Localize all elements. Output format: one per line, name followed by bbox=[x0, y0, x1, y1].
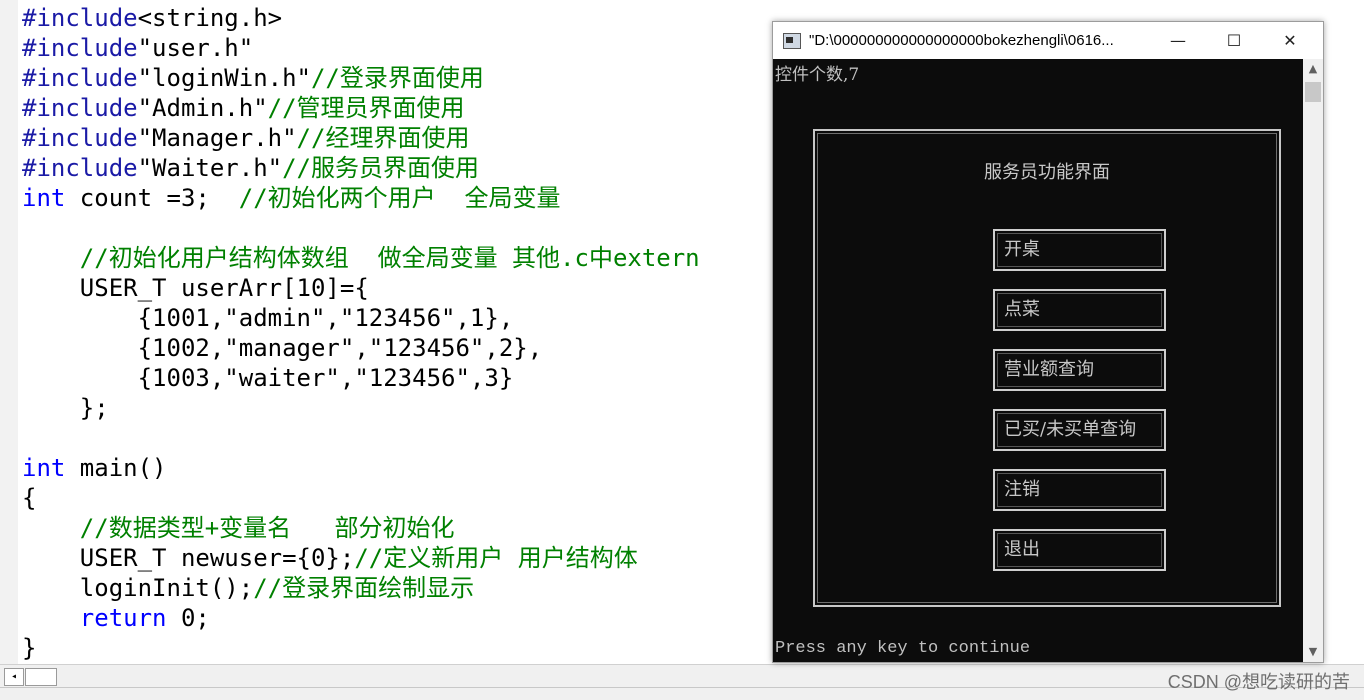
console-screen: 控件个数,7 服务员功能界面 开桌 点菜 营业额查询 已买/未买单查询 注销 退… bbox=[773, 59, 1303, 662]
code-line: USER_T userArr[10]={ bbox=[22, 273, 700, 303]
code-token: int bbox=[22, 184, 66, 212]
code-line: return 0; bbox=[22, 603, 700, 633]
waiter-panel: 服务员功能界面 开桌 点菜 营业额查询 已买/未买单查询 注销 退出 bbox=[813, 129, 1281, 607]
code-token: "loginWin.h" bbox=[137, 64, 311, 92]
code-line: loginInit();//登录界面绘制显示 bbox=[22, 573, 700, 603]
paid-unpaid-query-button[interactable]: 已买/未买单查询 bbox=[993, 409, 1166, 451]
code-line: int main() bbox=[22, 453, 700, 483]
code-token: #include bbox=[22, 34, 138, 62]
code-line: USER_T newuser={0};//定义新用户 用户结构体 bbox=[22, 543, 700, 573]
revenue-query-button[interactable]: 营业额查询 bbox=[993, 349, 1166, 391]
press-any-key-text: Press any key to continue bbox=[775, 639, 1031, 658]
scrollbar-thumb[interactable] bbox=[1305, 82, 1321, 102]
control-count-text: 控件个数,7 bbox=[775, 65, 860, 85]
code-token: //登录界面使用 bbox=[310, 64, 484, 92]
code-line: }; bbox=[22, 393, 700, 423]
code-token: } bbox=[22, 634, 37, 662]
code-token: int bbox=[22, 454, 66, 482]
scroll-left-arrow-icon[interactable]: ◂ bbox=[4, 668, 24, 686]
code-token: #include bbox=[22, 154, 138, 182]
code-token: {1003,"waiter","123456",3} bbox=[22, 364, 514, 392]
code-token: "Waiter.h" bbox=[137, 154, 283, 182]
button-label: 注销 bbox=[1004, 479, 1040, 500]
code-token: //登录界面绘制显示 bbox=[253, 574, 475, 602]
code-token: "Manager.h" bbox=[137, 124, 297, 152]
code-line: { bbox=[22, 483, 700, 513]
code-line: } bbox=[22, 633, 700, 663]
code-token: //初始化两个用户 全局变量 bbox=[238, 184, 561, 212]
button-label: 退出 bbox=[1004, 539, 1040, 560]
code-token: count =3; bbox=[65, 184, 239, 212]
code-token: loginInit(); bbox=[22, 574, 254, 602]
code-token: #include bbox=[22, 124, 138, 152]
exit-button[interactable]: 退出 bbox=[993, 529, 1166, 571]
horizontal-scrollbar[interactable]: ◂ bbox=[0, 664, 1364, 687]
code-token: <string.h> bbox=[137, 4, 283, 32]
code-token: #include bbox=[22, 94, 138, 122]
button-label: 点菜 bbox=[1004, 299, 1040, 320]
panel-title: 服务员功能界面 bbox=[984, 162, 1110, 183]
code-token: //管理员界面使用 bbox=[267, 94, 465, 122]
code-line: {1003,"waiter","123456",3} bbox=[22, 363, 700, 393]
code-line: #include"Waiter.h"//服务员界面使用 bbox=[22, 153, 700, 183]
button-label: 营业额查询 bbox=[1004, 359, 1094, 380]
open-table-button[interactable]: 开桌 bbox=[993, 229, 1166, 271]
logout-button[interactable]: 注销 bbox=[993, 469, 1166, 511]
code-token: { bbox=[22, 484, 37, 512]
code-token: {1001,"admin","123456",1}, bbox=[22, 304, 514, 332]
code-token: main() bbox=[65, 454, 167, 482]
button-label: 已买/未买单查询 bbox=[1004, 419, 1137, 440]
scrollbar-thumb[interactable] bbox=[25, 668, 57, 686]
code-token: 0; bbox=[166, 604, 210, 632]
button-label: 开桌 bbox=[1004, 239, 1040, 260]
code-token: //数据类型+变量名 部分初始化 bbox=[79, 514, 455, 542]
window-title: "D:\000000000000000000bokezhengli\0616..… bbox=[809, 32, 1114, 49]
editor-gutter bbox=[0, 0, 18, 664]
vertical-scrollbar[interactable]: ▲ ▼ bbox=[1303, 59, 1323, 662]
console-app-icon bbox=[783, 33, 801, 49]
code-line: #include"loginWin.h"//登录界面使用 bbox=[22, 63, 700, 93]
code-area[interactable]: #include<string.h> #include"user.h" #inclu… bbox=[22, 3, 700, 663]
code-line: //数据类型+变量名 部分初始化 bbox=[22, 513, 700, 543]
console-window[interactable]: "D:\000000000000000000bokezhengli\0616..… bbox=[772, 21, 1324, 663]
code-token: //初始化用户结构体数组 做全局变量 其他.c中extern bbox=[79, 244, 700, 272]
maximize-button[interactable]: ☐ bbox=[1211, 22, 1257, 59]
code-token: #include bbox=[22, 4, 138, 32]
code-token: //服务员界面使用 bbox=[282, 154, 479, 182]
code-token: //定义新用户 用户结构体 bbox=[354, 544, 638, 572]
code-token: USER_T userArr[10]={ bbox=[22, 274, 369, 302]
code-token: {1002,"manager","123456",2}, bbox=[22, 334, 543, 362]
code-token: "Admin.h" bbox=[137, 94, 268, 122]
title-bar[interactable]: "D:\000000000000000000bokezhengli\0616..… bbox=[773, 22, 1323, 59]
code-line: {1002,"manager","123456",2}, bbox=[22, 333, 700, 363]
code-line: int count =3; //初始化两个用户 全局变量 bbox=[22, 183, 700, 213]
code-token: //经理界面使用 bbox=[296, 124, 470, 152]
code-line: #include"Manager.h"//经理界面使用 bbox=[22, 123, 700, 153]
code-line: #include"Admin.h"//管理员界面使用 bbox=[22, 93, 700, 123]
status-bar bbox=[0, 687, 1364, 700]
close-button[interactable]: ✕ bbox=[1267, 22, 1313, 59]
minimize-button[interactable]: — bbox=[1155, 22, 1201, 59]
code-token: return bbox=[79, 604, 167, 632]
order-dishes-button[interactable]: 点菜 bbox=[993, 289, 1166, 331]
code-line: #include<string.h> bbox=[22, 3, 700, 33]
code-line: {1001,"admin","123456",1}, bbox=[22, 303, 700, 333]
scroll-down-arrow-icon[interactable]: ▼ bbox=[1303, 642, 1323, 662]
code-token: }; bbox=[22, 394, 109, 422]
code-token: "user.h" bbox=[137, 34, 254, 62]
code-token: USER_T newuser={0}; bbox=[22, 544, 355, 572]
code-token: #include bbox=[22, 64, 138, 92]
code-line: //初始化用户结构体数组 做全局变量 其他.c中extern bbox=[22, 243, 700, 273]
watermark: CSDN @想吃读研的苦 bbox=[1167, 672, 1350, 692]
scroll-up-arrow-icon[interactable]: ▲ bbox=[1303, 59, 1323, 79]
code-line: #include"user.h" bbox=[22, 33, 700, 63]
